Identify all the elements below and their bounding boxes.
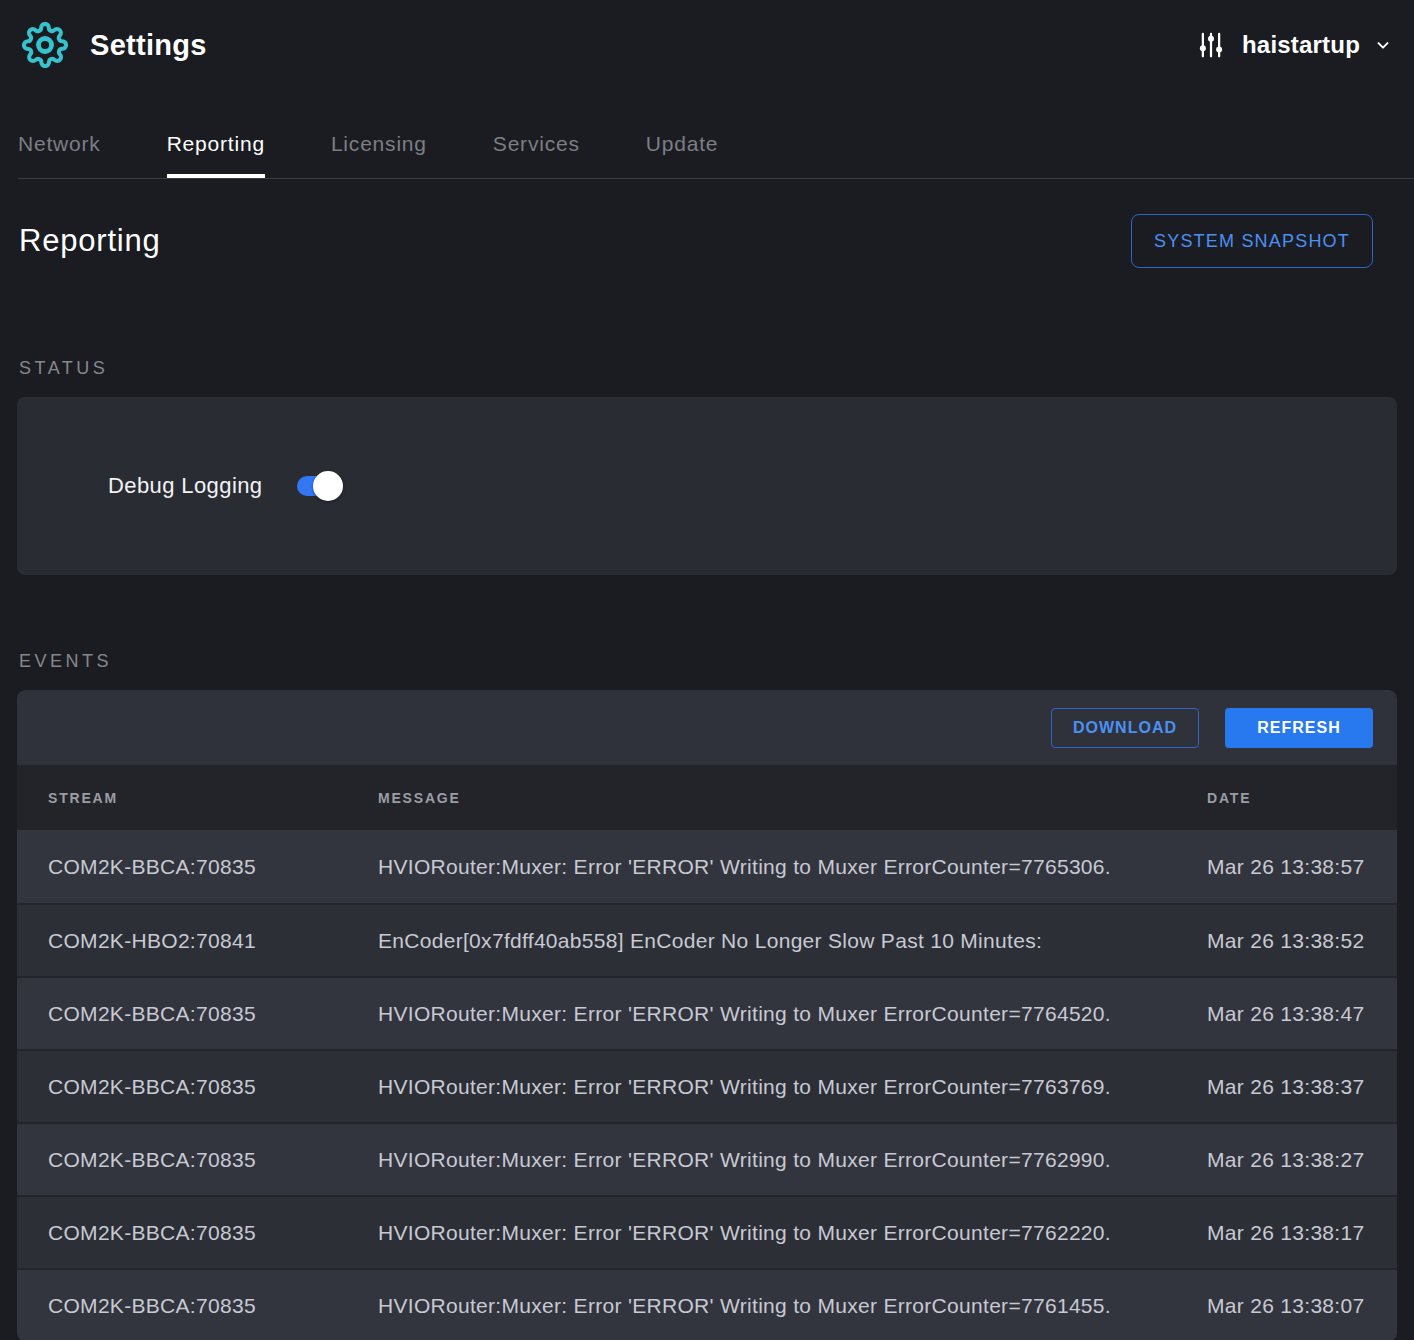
chevron-down-icon (1374, 36, 1392, 54)
settings-page: Settings haistartup NetworkRepor (0, 0, 1414, 1340)
event-message: EnCoder[0x7fdff40ab558] EnCoder No Longe… (378, 929, 1207, 953)
status-section-label: STATUS (17, 358, 1397, 379)
event-date: Mar 26 13:38:07 (1207, 1294, 1397, 1318)
column-header-date: DATE (1207, 790, 1397, 806)
section-title: Reporting (17, 223, 161, 259)
event-date: Mar 26 13:38:37 (1207, 1075, 1397, 1099)
account-menu[interactable]: haistartup (1196, 30, 1392, 60)
event-message: HVIORouter:Muxer: Error 'ERROR' Writing … (378, 1294, 1207, 1318)
table-body: COM2K-BBCA:70835 HVIORouter:Muxer: Error… (17, 830, 1397, 1340)
event-stream: COM2K-BBCA:70835 (48, 855, 378, 879)
table-row[interactable]: COM2K-BBCA:70835 HVIORouter:Muxer: Error… (17, 1268, 1397, 1340)
events-panel: DOWNLOAD REFRESH STREAM MESSAGE DATE COM… (17, 690, 1397, 1340)
event-stream: COM2K-HBO2:70841 (48, 929, 378, 953)
tab-reporting[interactable]: Reporting (167, 90, 265, 178)
table-row[interactable]: COM2K-BBCA:70835 HVIORouter:Muxer: Error… (17, 1049, 1397, 1122)
page-title: Settings (90, 29, 207, 62)
event-message: HVIORouter:Muxer: Error 'ERROR' Writing … (378, 1221, 1207, 1245)
event-message: HVIORouter:Muxer: Error 'ERROR' Writing … (378, 1002, 1207, 1026)
table-header: STREAM MESSAGE DATE (17, 765, 1397, 830)
tab-bar: Network Reporting Licensing Services Update (18, 90, 1414, 179)
column-header-message: MESSAGE (378, 790, 1207, 806)
event-stream: COM2K-BBCA:70835 (48, 1221, 378, 1245)
event-stream: COM2K-BBCA:70835 (48, 1148, 378, 1172)
table-row[interactable]: COM2K-BBCA:70835 HVIORouter:Muxer: Error… (17, 1195, 1397, 1268)
gear-icon (22, 22, 68, 68)
app-header: Settings haistartup (0, 0, 1414, 90)
table-row[interactable]: COM2K-BBCA:70835 HVIORouter:Muxer: Error… (17, 976, 1397, 1049)
table-row[interactable]: COM2K-BBCA:70835 HVIORouter:Muxer: Error… (17, 830, 1397, 903)
tab-update[interactable]: Update (646, 90, 719, 178)
debug-logging-label: Debug Logging (108, 473, 297, 499)
tab-network[interactable]: Network (18, 90, 101, 178)
download-button[interactable]: DOWNLOAD (1051, 708, 1199, 748)
table-row[interactable]: COM2K-HBO2:70841 EnCoder[0x7fdff40ab558]… (17, 903, 1397, 976)
sliders-icon (1196, 30, 1226, 60)
debug-logging-toggle[interactable] (297, 476, 342, 496)
event-date: Mar 26 13:38:57 (1207, 855, 1397, 879)
event-date: Mar 26 13:38:17 (1207, 1221, 1397, 1245)
event-date: Mar 26 13:38:52 (1207, 929, 1397, 953)
event-stream: COM2K-BBCA:70835 (48, 1002, 378, 1026)
tab-services[interactable]: Services (493, 90, 580, 178)
event-date: Mar 26 13:38:47 (1207, 1002, 1397, 1026)
event-message: HVIORouter:Muxer: Error 'ERROR' Writing … (378, 855, 1207, 879)
tab-licensing[interactable]: Licensing (331, 90, 427, 178)
event-message: HVIORouter:Muxer: Error 'ERROR' Writing … (378, 1075, 1207, 1099)
table-row[interactable]: COM2K-BBCA:70835 HVIORouter:Muxer: Error… (17, 1122, 1397, 1195)
events-section-label: EVENTS (17, 651, 1397, 672)
system-snapshot-button[interactable]: SYSTEM SNAPSHOT (1131, 214, 1373, 268)
column-header-stream: STREAM (48, 790, 378, 806)
event-message: HVIORouter:Muxer: Error 'ERROR' Writing … (378, 1148, 1207, 1172)
account-name: haistartup (1242, 31, 1360, 59)
status-panel: Debug Logging (17, 397, 1397, 575)
event-date: Mar 26 13:38:27 (1207, 1148, 1397, 1172)
event-stream: COM2K-BBCA:70835 (48, 1075, 378, 1099)
events-toolbar: DOWNLOAD REFRESH (17, 690, 1397, 765)
refresh-button[interactable]: REFRESH (1225, 708, 1373, 748)
event-stream: COM2K-BBCA:70835 (48, 1294, 378, 1318)
